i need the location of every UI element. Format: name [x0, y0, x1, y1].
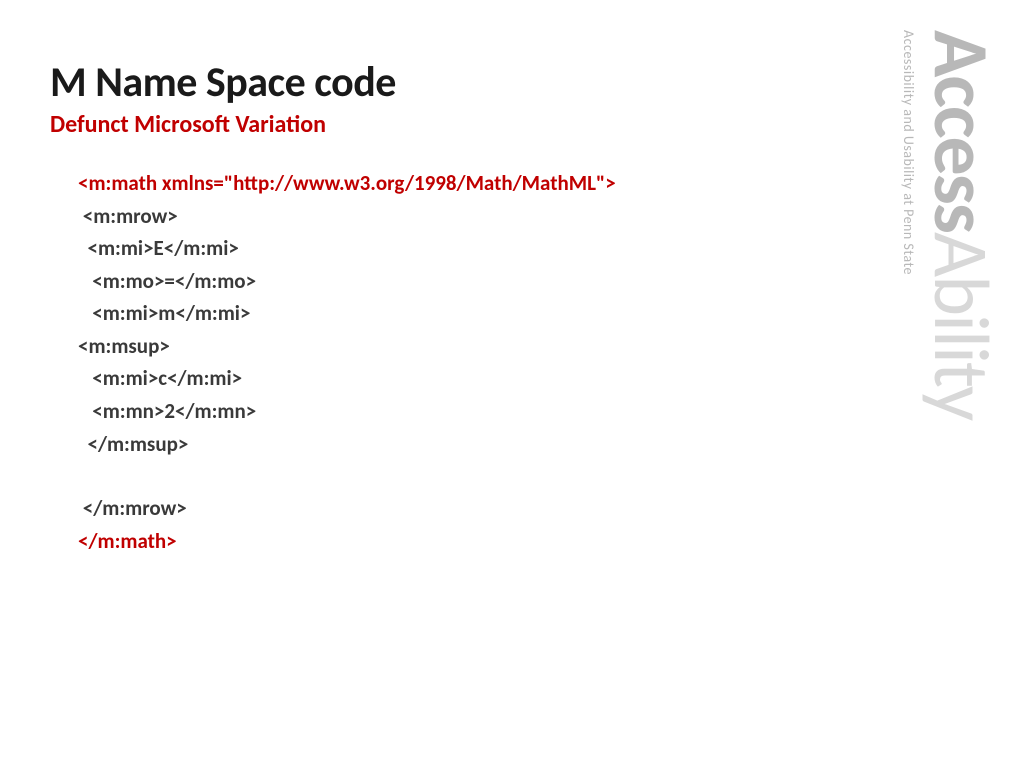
code-line-10: </m:mrow>: [78, 492, 820, 525]
logo-tagline: Accessibility and Usability at Penn Stat…: [900, 30, 917, 275]
code-block: <m:math xmlns="http://www.w3.org/1998/Ma…: [50, 167, 820, 557]
code-line-5: <m:mi>m</m:mi>: [78, 297, 820, 330]
code-line-7: <m:mi>c</m:mi>: [78, 362, 820, 395]
code-open-prefix: <m:math: [78, 170, 162, 196]
slide-subtitle: Defunct Microsoft Variation: [50, 110, 820, 139]
code-line-8: <m:mn>2</m:mn>: [78, 395, 820, 428]
blank-line: [78, 460, 820, 492]
code-line-9: </m:msup>: [78, 428, 820, 461]
code-open-suffix: >: [605, 170, 615, 196]
code-open-attr: xmlns="http://www.w3.org/1998/Math/MathM…: [162, 170, 605, 196]
code-line-6: <m:msup>: [78, 330, 820, 363]
code-line-4: <m:mo>=</m:mo>: [78, 265, 820, 298]
logo-main: AccessAbility: [924, 30, 998, 419]
code-line-open: <m:math xmlns="http://www.w3.org/1998/Ma…: [78, 167, 820, 200]
code-line-close: </m:math>: [78, 525, 820, 558]
slide-content: M Name Space code Defunct Microsoft Vari…: [0, 0, 880, 557]
code-line-3: <m:mi>E</m:mi>: [78, 232, 820, 265]
slide-title: M Name Space code: [50, 60, 820, 106]
logo-part-ability: Ability: [914, 232, 1009, 419]
brand-logo: Accessibility and Usability at Penn Stat…: [896, 30, 1006, 730]
code-line-2: <m:mrow>: [78, 200, 820, 233]
logo-part-access: Access: [914, 30, 1009, 232]
